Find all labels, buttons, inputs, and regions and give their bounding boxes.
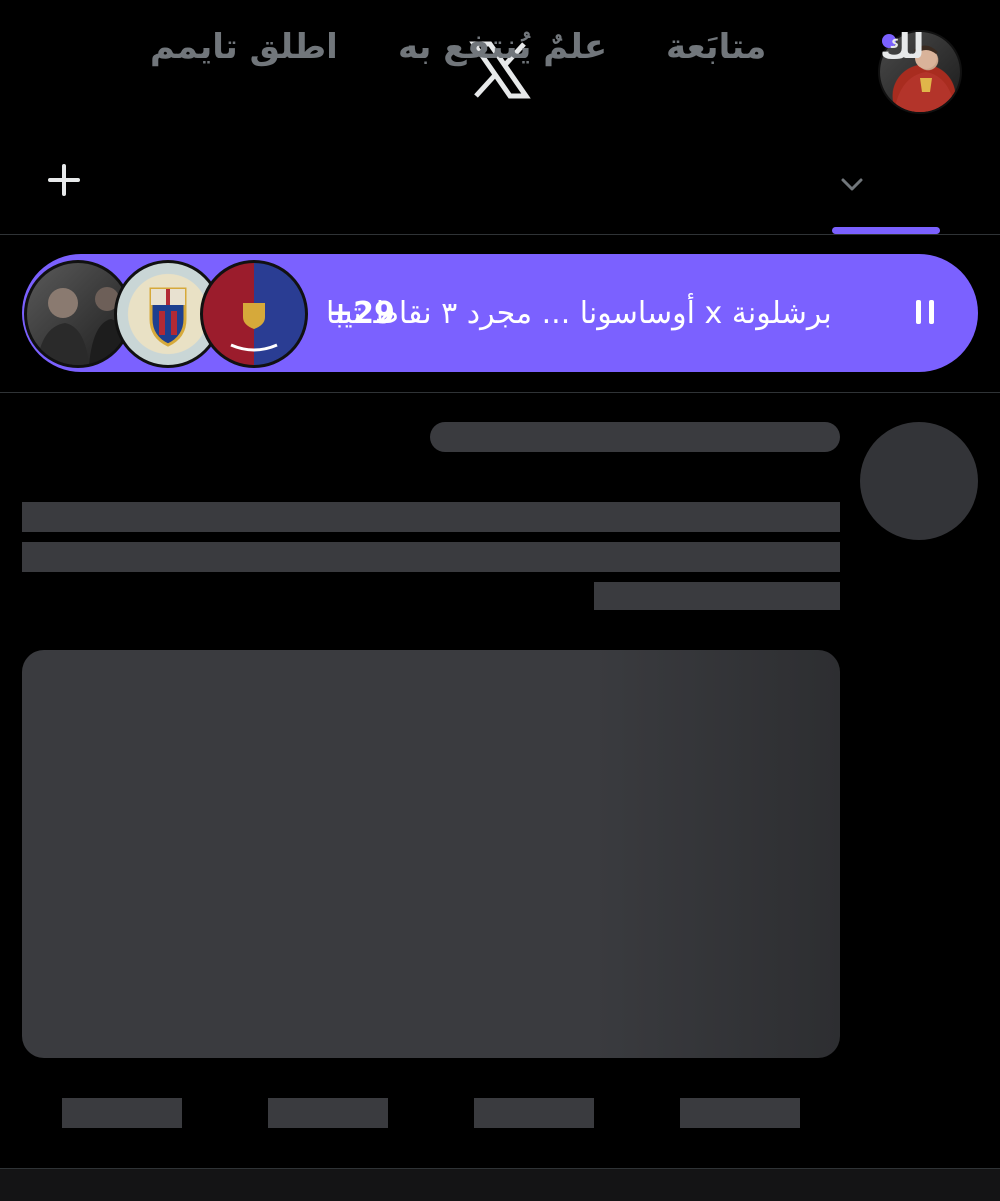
- skeleton-text-line: [22, 502, 840, 532]
- space-speaker-avatar: [200, 260, 308, 368]
- skeleton-action: [62, 1098, 182, 1128]
- skeleton-action: [268, 1098, 388, 1128]
- tab-label: اطلق تايمم: [150, 27, 338, 67]
- skeleton-text-line: [22, 542, 840, 572]
- skeleton-media: [22, 650, 840, 1058]
- tab-label: علمٌ يُنتفع به: [398, 27, 608, 67]
- tab-label: متابَعة: [666, 27, 767, 67]
- skeleton-avatar: [860, 422, 978, 540]
- live-space-bar[interactable]: +29 برشلونة x أوساسونا ... مجرد ٣ نقاط ت…: [22, 254, 978, 372]
- skeleton-action: [474, 1098, 594, 1128]
- tab-for-you[interactable]: لك: [880, 0, 924, 94]
- active-tab-indicator: [832, 227, 940, 234]
- tab-custom-timeline[interactable]: اطلق تايمم: [150, 0, 338, 94]
- bottom-bar: [0, 1168, 1000, 1201]
- tab-useful-knowledge[interactable]: علمٌ يُنتفع به: [398, 0, 607, 94]
- tab-following[interactable]: متابَعة: [666, 0, 766, 94]
- plus-icon[interactable]: [44, 160, 84, 200]
- section-divider: [0, 392, 1000, 393]
- pause-icon[interactable]: [914, 298, 936, 326]
- skeleton-action: [680, 1098, 800, 1128]
- space-title: برشلونة x أوساسونا ... مجرد ٣ نقاط تيبا: [326, 295, 832, 331]
- chevron-down-icon[interactable]: [838, 170, 866, 198]
- skeleton-text-line: [594, 582, 840, 610]
- tab-label: لك: [880, 27, 925, 67]
- skeleton-author-line: [430, 422, 840, 452]
